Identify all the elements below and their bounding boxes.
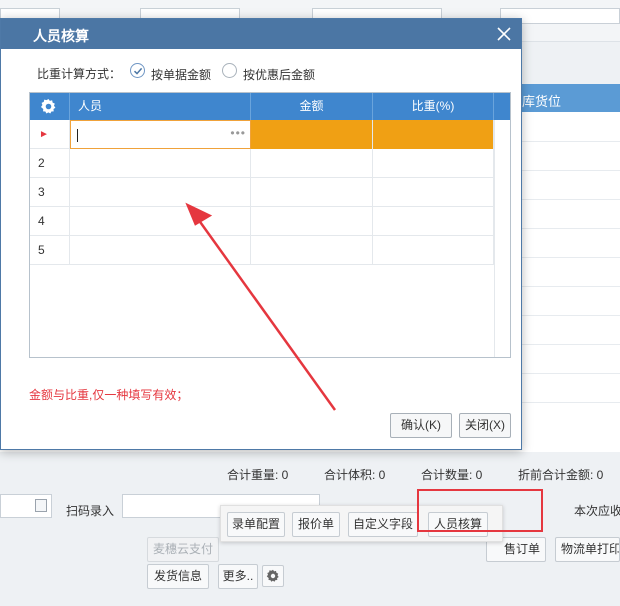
calendar-icon[interactable] [35,499,47,512]
more-button[interactable]: 更多.. [218,564,258,589]
amount-cell[interactable] [251,178,373,207]
grid-settings-gear-icon[interactable] [40,98,57,115]
logistics-print-button[interactable]: 物流单打印 [555,537,620,562]
row-number: 2 [30,149,70,178]
column-ratio[interactable]: 比重(%) [373,93,494,120]
ratio-cell[interactable] [373,120,494,149]
column-person[interactable]: 人员 [70,93,251,120]
settings-gear-icon[interactable] [262,565,284,587]
total-weight: 合计重量: 0 [227,468,289,482]
active-row-marker: ► [30,120,70,149]
amount-cell[interactable] [251,207,373,236]
confirm-button[interactable]: 确认(K) [390,413,452,438]
total-volume: 合计体积: 0 [324,468,386,482]
total-quantity: 合计数量: 0 [421,468,483,482]
hint-note: 金额与比重,仅一种填写有效； [29,388,189,402]
column-location: 库货位 [522,94,562,109]
scan-label: 扫码录入 [66,504,115,518]
ratio-cell[interactable] [373,149,494,178]
grid-row: 4 [30,207,494,236]
grid-row: 2 [30,149,494,178]
column-amount[interactable]: 金额 [251,93,373,120]
grid-row: ► ••• [30,120,494,149]
ratio-cell[interactable] [373,236,494,265]
radio-by-order-amount[interactable] [130,63,145,78]
person-cell[interactable] [70,207,251,236]
ellipsis-icon[interactable]: ••• [230,119,246,148]
grid-row: 3 [30,178,494,207]
staff-accounting-dialog: 人员核算 比重计算方式： 按单据金额 按优惠后金额 人员 金额 比重(%) ► … [0,18,522,450]
dialog-title-bar: 人员核算 [1,19,521,49]
grid-row: 5 [30,236,494,265]
calc-method-label: 比重计算方式： [37,67,122,81]
ratio-cell[interactable] [373,207,494,236]
amount-cell[interactable] [251,149,373,178]
text-caret [77,129,78,142]
row-number: 5 [30,236,70,265]
person-cell[interactable] [70,236,251,265]
row-number: 4 [30,207,70,236]
option-after-discount[interactable]: 按优惠后金额 [243,66,315,83]
shipping-info-button[interactable]: 发货信息 [147,564,209,589]
staff-grid: 人员 金额 比重(%) ► ••• 2 3 4 5 [29,92,511,358]
menu-custom-fields[interactable]: 自定义字段 [348,512,418,537]
amount-cell[interactable] [251,236,373,265]
close-icon[interactable] [495,25,513,43]
person-cell[interactable] [70,178,251,207]
pay-button[interactable]: 麦穗云支付 [147,537,219,562]
grid-settings-cell[interactable] [30,93,70,120]
dialog-title: 人员核算 [33,28,89,44]
amount-cell[interactable] [251,120,373,149]
person-cell[interactable] [70,149,251,178]
grid-header: 人员 金额 比重(%) [30,93,510,120]
row-number: 3 [30,178,70,207]
option-by-order-amount[interactable]: 按单据金额 [151,66,211,83]
ratio-cell[interactable] [373,178,494,207]
menu-order-config[interactable]: 录单配置 [227,512,285,537]
close-button[interactable]: 关闭(X) [459,413,511,438]
person-input[interactable]: ••• [70,120,251,149]
grid-scrollbar[interactable] [494,120,510,357]
menu-quote[interactable]: 报价单 [292,512,340,537]
highlight-box [417,489,543,532]
radio-after-discount[interactable] [222,63,237,78]
receivable-label: 本次应收 [574,504,620,518]
total-pre-discount: 折前合计金额: 0 [518,468,604,482]
date-input[interactable] [0,494,52,518]
